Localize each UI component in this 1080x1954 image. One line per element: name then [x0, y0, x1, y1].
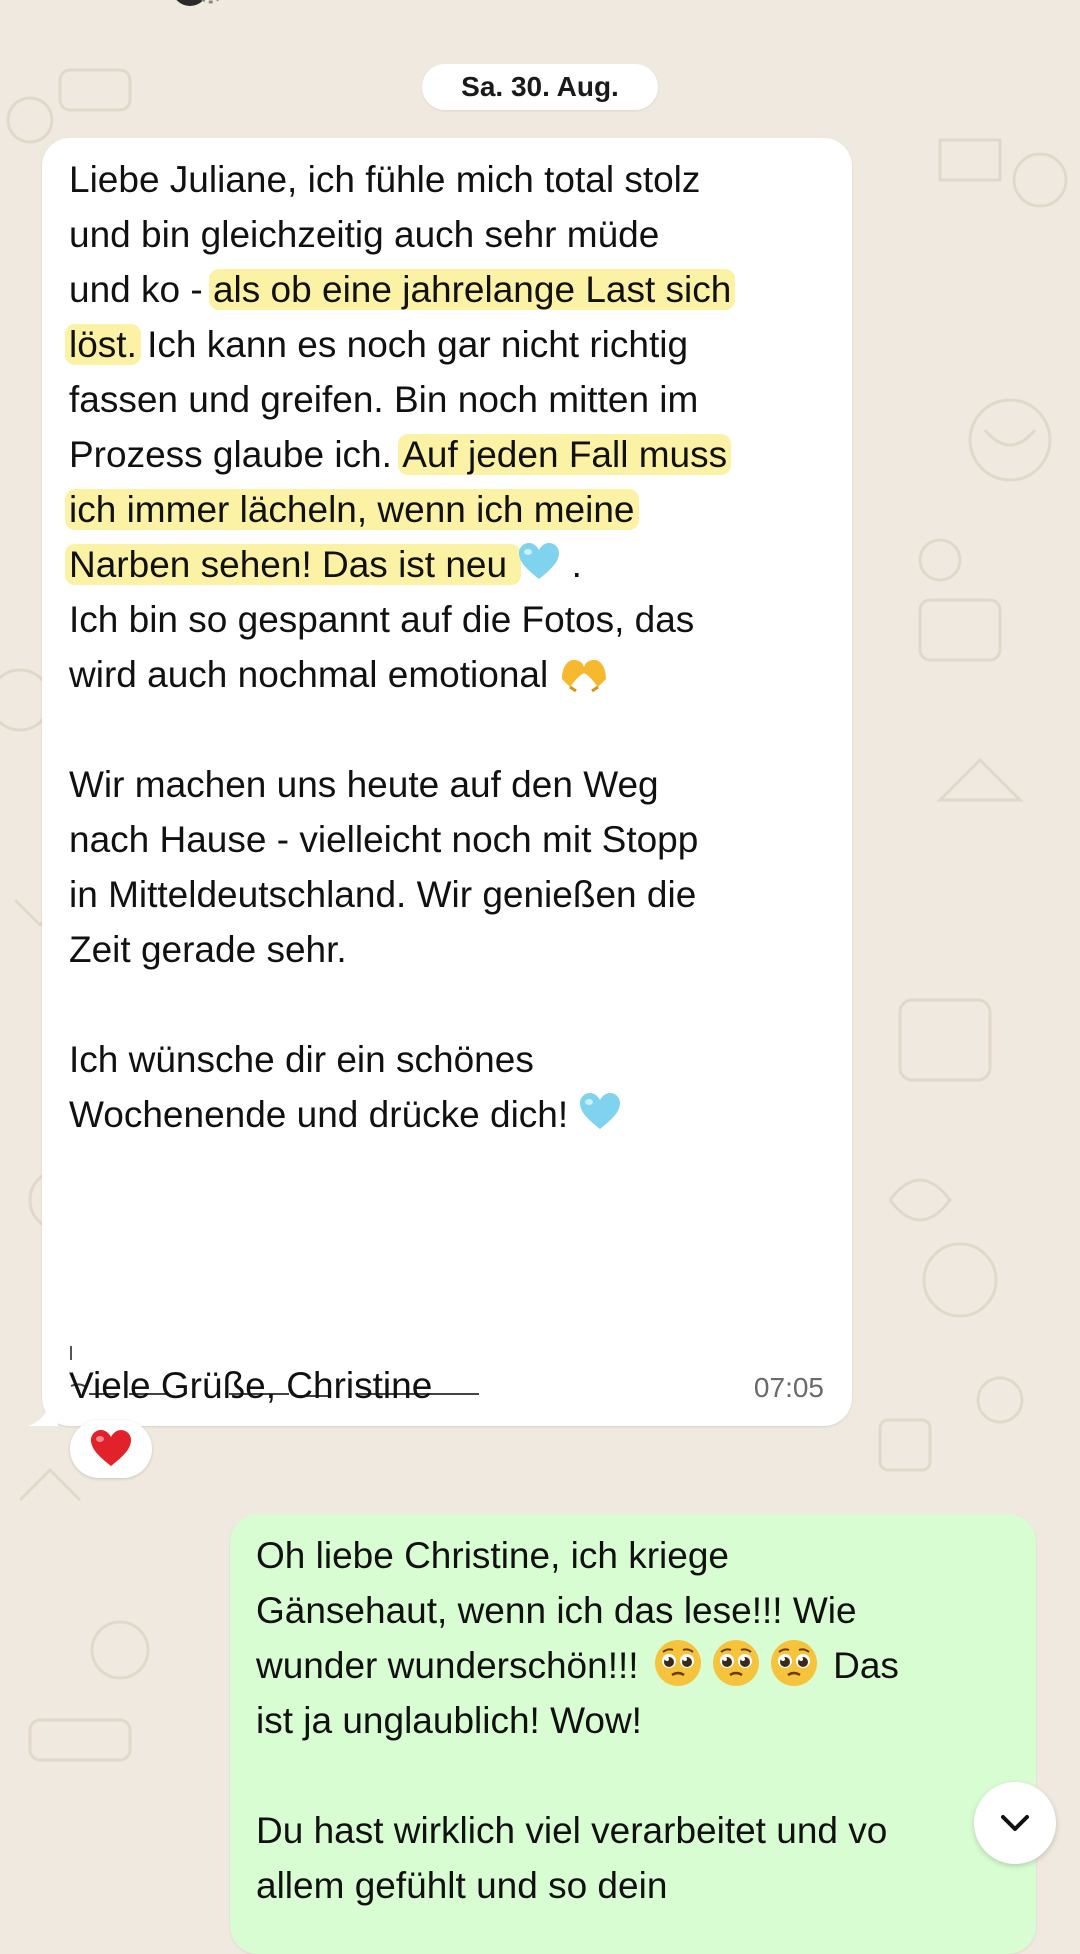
- message-text-segment: Zeit gerade sehr.: [69, 929, 347, 970]
- message-text-segment: nach Hause - vielleicht noch mit Stopp: [69, 819, 699, 860]
- highlighted-text: Auf jeden Fall muss: [398, 434, 732, 475]
- message-line: fassen und greifen. Bin noch mitten im: [69, 372, 839, 427]
- message-line: [69, 702, 839, 757]
- highlighted-text: Narben sehen! Das ist neu: [65, 544, 522, 585]
- blue-heart-emoji-icon: [519, 543, 560, 579]
- message-line: ist ja unglaublich! Wow!: [256, 1693, 1026, 1748]
- pleading-face-emoji-icon: [654, 1640, 701, 1686]
- message-line: Du hast wirklich viel verarbeitet und vo: [256, 1803, 1026, 1858]
- message-line: [256, 1748, 1026, 1803]
- message-text-segment: Ich kann es noch gar nicht richtig: [136, 324, 689, 365]
- message-line: in Mitteldeutschland. Wir genießen die: [69, 867, 839, 922]
- message-text-segment: und bin gleichzeitig auch sehr müde: [69, 214, 660, 255]
- message-text-segment: Oh liebe Christine, ich kriege: [256, 1535, 729, 1576]
- message-reaction[interactable]: [70, 1420, 152, 1478]
- message-text-segment: allem gefühlt und so dein: [256, 1865, 668, 1906]
- message-text-segment: Wochenende und drücke dich!: [69, 1094, 579, 1135]
- message-line: Wochenende und drücke dich!: [69, 1087, 839, 1142]
- message-text-segment: Ich bin so gespannt auf die Fotos, das: [69, 599, 695, 640]
- message-text-segment: und ko -: [69, 269, 213, 310]
- outgoing-message-bubble[interactable]: Oh liebe Christine, ich kriege Gänsehaut,…: [230, 1514, 1036, 1954]
- message-text-segment: Gänsehaut, wenn ich das lese!!! Wie: [256, 1590, 857, 1631]
- message-text-segment: Wir machen uns heute auf den Weg: [69, 764, 659, 805]
- message-text-segment: wunder wunderschön!!!: [256, 1645, 649, 1686]
- message-line: nach Hause - vielleicht noch mit Stopp: [69, 812, 839, 867]
- message-text-segment: Du hast wirklich viel verarbeitet und vo: [256, 1810, 888, 1851]
- message-text-segment: ist ja unglaublich! Wow!: [256, 1700, 642, 1741]
- date-separator: Sa. 30. Aug.: [422, 64, 658, 110]
- pleading-face-emoji-icon: [712, 1640, 759, 1686]
- message-signoff: Viele Grüße, Christine: [69, 1365, 433, 1406]
- message-text-segment: wird auch nochmal emotional: [69, 654, 559, 695]
- heart-hands-emoji-icon: [562, 659, 607, 693]
- pleading-face-emoji-icon: [770, 1640, 817, 1686]
- message-line: Gänsehaut, wenn ich das lese!!! Wie: [256, 1583, 1026, 1638]
- highlighted-text: als ob eine jahrelange Last sich: [208, 269, 736, 310]
- message-timestamp: 07:05: [753, 1372, 824, 1403]
- message-line: Liebe Juliane, ich fühle mich total stol…: [69, 152, 839, 207]
- message-text-segment: Prozess glaube ich.: [69, 434, 403, 475]
- message-line: Prozess glaube ich. Auf jeden Fall muss: [69, 427, 839, 482]
- message-line: ich immer lächeln, wenn ich meine: [65, 482, 839, 537]
- message-line: und ko - als ob eine jahrelange Last sic…: [69, 262, 839, 317]
- message-line: Narben sehen! Das ist neu .: [65, 537, 839, 592]
- blue-heart-emoji-icon: [580, 1093, 621, 1129]
- message-line: Zeit gerade sehr.: [69, 922, 839, 977]
- message-line: Wir machen uns heute auf den Weg: [69, 757, 839, 812]
- message-line: allem gefühlt und so dein: [256, 1858, 1026, 1913]
- bubble-tail: [28, 1400, 58, 1426]
- message-text-segment: fassen und greifen. Bin noch mitten im: [69, 379, 699, 420]
- message-line: löst. Ich kann es noch gar nicht richtig: [65, 317, 839, 372]
- message-text-segment: in Mitteldeutschland. Wir genießen die: [69, 874, 697, 915]
- message-line: Ich bin so gespannt auf die Fotos, das: [69, 592, 839, 647]
- message-text-segment: .: [561, 544, 582, 585]
- incoming-message-bubble[interactable]: Liebe Juliane, ich fühle mich total stol…: [28, 138, 852, 1426]
- message-line: [69, 977, 839, 1032]
- outgoing-message-text: Oh liebe Christine, ich kriege Gänsehaut,…: [256, 1528, 1026, 1913]
- message-line: Oh liebe Christine, ich kriege: [256, 1528, 1026, 1583]
- highlighted-text: löst.: [65, 324, 141, 365]
- heart-emoji-icon: [91, 1430, 131, 1466]
- message-line: und bin gleichzeitig auch sehr müde: [69, 207, 839, 262]
- message-text-segment: Ich wünsche dir ein schönes: [69, 1039, 534, 1080]
- message-line: wird auch nochmal emotional: [69, 647, 839, 702]
- message-line: Ich wünsche dir ein schönes: [69, 1032, 839, 1087]
- highlighted-text: ich immer lächeln, wenn ich meine: [65, 489, 639, 530]
- message-text-segment: Liebe Juliane, ich fühle mich total stol…: [69, 159, 701, 200]
- message-line: wunder wunderschön!!! Das: [256, 1638, 1026, 1693]
- partial-sticker-icon: [176, 0, 220, 6]
- scroll-to-bottom-button[interactable]: [974, 1782, 1056, 1864]
- message-text-segment: Das: [822, 1645, 899, 1686]
- incoming-message-text: Liebe Juliane, ich fühle mich total stol…: [65, 152, 839, 1142]
- chevron-down-icon: [1001, 1815, 1029, 1831]
